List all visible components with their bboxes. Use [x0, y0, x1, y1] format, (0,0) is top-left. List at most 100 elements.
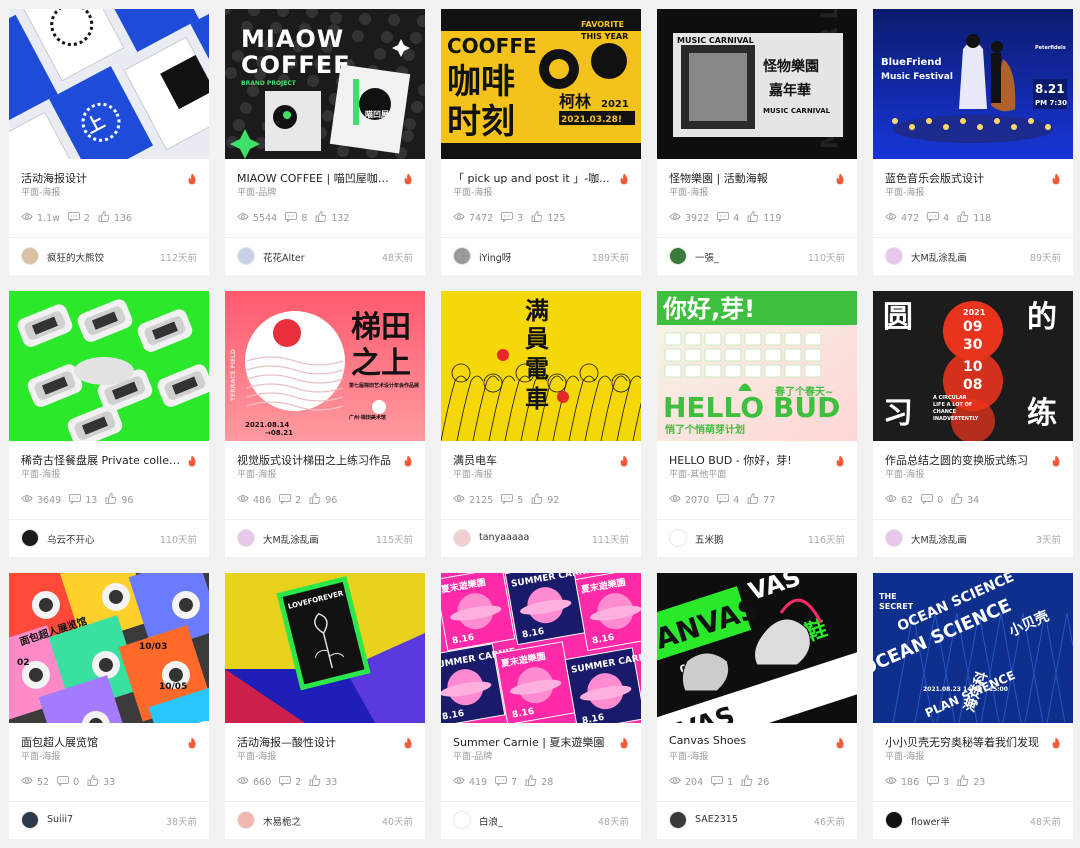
- work-thumbnail[interactable]: 面包超人展览馆 10/03 10/05 02: [9, 573, 209, 723]
- flame-icon: [403, 452, 413, 467]
- view-count: 2070: [685, 494, 710, 506]
- work-category: 平面-品牌: [237, 188, 277, 198]
- work-card[interactable]: 上 活动海报设计 平面-海报 1.1w 2 136 疯狂的大熊饺 112天前: [9, 9, 209, 275]
- author-name[interactable]: 大M乱涂乱画: [911, 250, 967, 264]
- work-card[interactable]: OCEAN SCIENCE OCEAN SCIENCE PLAN SCIENCE…: [873, 573, 1073, 839]
- work-title[interactable]: 蓝色音乐会版式设计: [885, 170, 1045, 186]
- work-card[interactable]: MIAOW COFFEE BRAND PROJECT 喵凹屋 MIAOW COF…: [225, 9, 425, 275]
- work-thumbnail[interactable]: COOFFE 咖啡 时刻 柯林 2021 2021.03.28! FAVORIT…: [441, 9, 641, 159]
- eye-icon: [21, 494, 37, 506]
- work-card[interactable]: 梯田 之上 2021.08.14 →08.21 TERRACE FIELD 第七…: [225, 291, 425, 557]
- work-card[interactable]: 稀奇古怪餐盘展 Private collec... 平面-海报 3649 13 …: [9, 291, 209, 557]
- author-name[interactable]: 大M乱涂乱画: [911, 532, 967, 546]
- work-card[interactable]: COOFFE 咖啡 时刻 柯林 2021 2021.03.28! FAVORIT…: [441, 9, 641, 275]
- work-thumbnail[interactable]: LOVEFOREVER: [225, 573, 425, 723]
- work-title[interactable]: 「 pick up and post it 」-咖...: [453, 170, 613, 186]
- work-title[interactable]: HELLO BUD - 你好，芽!: [669, 452, 829, 468]
- work-thumbnail[interactable]: MIAOW COFFEE BRAND PROJECT 喵凹屋: [225, 9, 425, 159]
- avatar[interactable]: [237, 811, 255, 829]
- work-title[interactable]: 稀奇古怪餐盘展 Private collec...: [21, 452, 181, 468]
- work-thumbnail[interactable]: [9, 291, 209, 441]
- poster-text: SECRET: [879, 602, 914, 611]
- work-category: 平面-海报: [885, 470, 925, 480]
- work-thumbnail[interactable]: 上: [9, 9, 209, 159]
- author-name[interactable]: 乌云不开心: [47, 532, 95, 546]
- author-name[interactable]: iYing呀: [479, 250, 511, 264]
- work-title[interactable]: MIAOW COFFEE | 喵凹屋咖啡...: [237, 170, 397, 186]
- work-card[interactable]: 面包超人展览馆 10/03 10/05 02 面包超人展览馆 平面-海报 52 …: [9, 573, 209, 839]
- author-name[interactable]: flower半: [911, 814, 950, 828]
- avatar[interactable]: [453, 811, 471, 829]
- poster-text: 悄了个悄萌芽计划: [665, 423, 745, 436]
- author-name[interactable]: 白浪_: [479, 814, 503, 828]
- work-title[interactable]: 满员电车: [453, 452, 613, 468]
- avatar[interactable]: [669, 247, 687, 265]
- avatar[interactable]: [453, 529, 471, 547]
- avatar[interactable]: [885, 529, 903, 547]
- post-time: 110天前: [807, 253, 845, 264]
- work-card[interactable]: 夏末遊樂園 8.16 SUMMER CARNIE 8.16 夏末遊樂園 8.16 SUMME…: [441, 573, 641, 839]
- post-time: 38天前: [165, 817, 197, 828]
- work-title[interactable]: 作品总结之圆的变换版式练习: [885, 452, 1045, 468]
- avatar[interactable]: [669, 529, 687, 547]
- author-name[interactable]: tanyaaaaa: [479, 532, 529, 543]
- comment-icon: [495, 775, 511, 789]
- avatar[interactable]: [237, 529, 255, 547]
- work-card[interactable]: MONSTER LAND MUSIC CARNIVAL 怪物樂園 嘉年華 MUS…: [657, 9, 857, 275]
- comment-icon: [501, 211, 517, 225]
- work-card[interactable]: CANVAS VAS 08.21 鞋 VAS Canvas Shoes 平面-海…: [657, 573, 857, 839]
- author-name[interactable]: 疯狂的大熊饺: [47, 250, 104, 264]
- work-card[interactable]: 你好,芽! HELLO BUD 春了个春天~ 悄了个悄萌芽计划 HELLO BU…: [657, 291, 857, 557]
- work-thumbnail[interactable]: BlueFriend Music Festival 8.21 PM 7:30 P…: [873, 9, 1073, 159]
- work-title[interactable]: 怪物樂園 | 活動海報: [669, 170, 829, 186]
- work-title[interactable]: Summer Carnie | 夏末遊樂園: [453, 734, 613, 750]
- work-card[interactable]: 满 員 電 車 满员电车 平面-海报 2125 5 92 tanyaaaaa 1…: [441, 291, 641, 557]
- avatar[interactable]: [21, 529, 39, 547]
- work-thumbnail[interactable]: 满 員 電 車: [441, 291, 641, 441]
- author-name[interactable]: 木易栀之: [263, 814, 301, 828]
- author-name[interactable]: 五米鹅: [695, 532, 724, 546]
- work-thumbnail[interactable]: 夏末遊樂園 8.16 SUMMER CARNIE 8.16 夏末遊樂園 8.16 SUMME…: [441, 573, 641, 723]
- work-title[interactable]: 活动海报—酸性设计: [237, 734, 397, 750]
- author-name[interactable]: 一張_: [695, 250, 719, 264]
- work-title[interactable]: 小小贝壳无穷奥秘等着我们发现: [885, 734, 1045, 750]
- work-card[interactable]: BlueFriend Music Festival 8.21 PM 7:30 P…: [873, 9, 1073, 275]
- avatar[interactable]: [885, 247, 903, 265]
- view-count: 419: [469, 776, 488, 788]
- card-divider: [9, 237, 209, 238]
- work-category: 平面-海报: [237, 752, 277, 762]
- comment-count: 1: [727, 776, 734, 788]
- avatar[interactable]: [21, 811, 39, 829]
- eye-icon: [237, 494, 253, 506]
- work-title[interactable]: 活动海报设计: [21, 170, 181, 186]
- author-name[interactable]: SAE2315: [695, 814, 738, 825]
- work-stats: 2125 5 92: [453, 492, 567, 507]
- view-count: 486: [253, 494, 272, 506]
- avatar[interactable]: [21, 247, 39, 265]
- author-name[interactable]: 大M乱涂乱画: [263, 532, 319, 546]
- avatar[interactable]: [669, 811, 687, 829]
- work-thumbnail[interactable]: 圆 的 习 练 2021 09 30 10 08 A CIRCULAR LIFE…: [873, 291, 1073, 441]
- comment-icon: [67, 211, 84, 225]
- work-title[interactable]: Canvas Shoes: [669, 734, 829, 747]
- work-card[interactable]: 圆 的 习 练 2021 09 30 10 08 A CIRCULAR LIFE…: [873, 291, 1073, 557]
- work-thumbnail[interactable]: OCEAN SCIENCE OCEAN SCIENCE PLAN SCIENCE…: [873, 573, 1073, 723]
- poster-text: 8.21: [1035, 82, 1065, 96]
- poster-text: MUSIC CARNIVAL: [677, 36, 754, 45]
- eye-icon: [453, 494, 469, 506]
- work-title[interactable]: 视觉版式设计梯田之上练习作品: [237, 452, 397, 468]
- avatar[interactable]: [885, 811, 903, 829]
- eye-icon: [885, 212, 901, 224]
- work-thumbnail[interactable]: 你好,芽! HELLO BUD 春了个春天~ 悄了个悄萌芽计划: [657, 291, 857, 441]
- work-thumbnail[interactable]: MONSTER LAND MUSIC CARNIVAL 怪物樂園 嘉年華 MUS…: [657, 9, 857, 159]
- work-card[interactable]: LOVEFOREVER 活动海报—酸性设计 平面-海报 660 2 33 木易栀…: [225, 573, 425, 839]
- avatar[interactable]: [237, 247, 255, 265]
- author-name[interactable]: 花花Alter: [263, 250, 305, 264]
- work-thumbnail[interactable]: CANVAS VAS 08.21 鞋 VAS: [657, 573, 857, 723]
- poster-text: 第七届梯田艺术设计年会作品展: [349, 382, 419, 389]
- author-name[interactable]: Suiii7: [47, 814, 73, 825]
- work-thumbnail[interactable]: 梯田 之上 2021.08.14 →08.21 TERRACE FIELD 第七…: [225, 291, 425, 441]
- work-title[interactable]: 面包超人展览馆: [21, 734, 181, 750]
- avatar[interactable]: [453, 247, 471, 265]
- work-category: 平面-海报: [453, 470, 493, 480]
